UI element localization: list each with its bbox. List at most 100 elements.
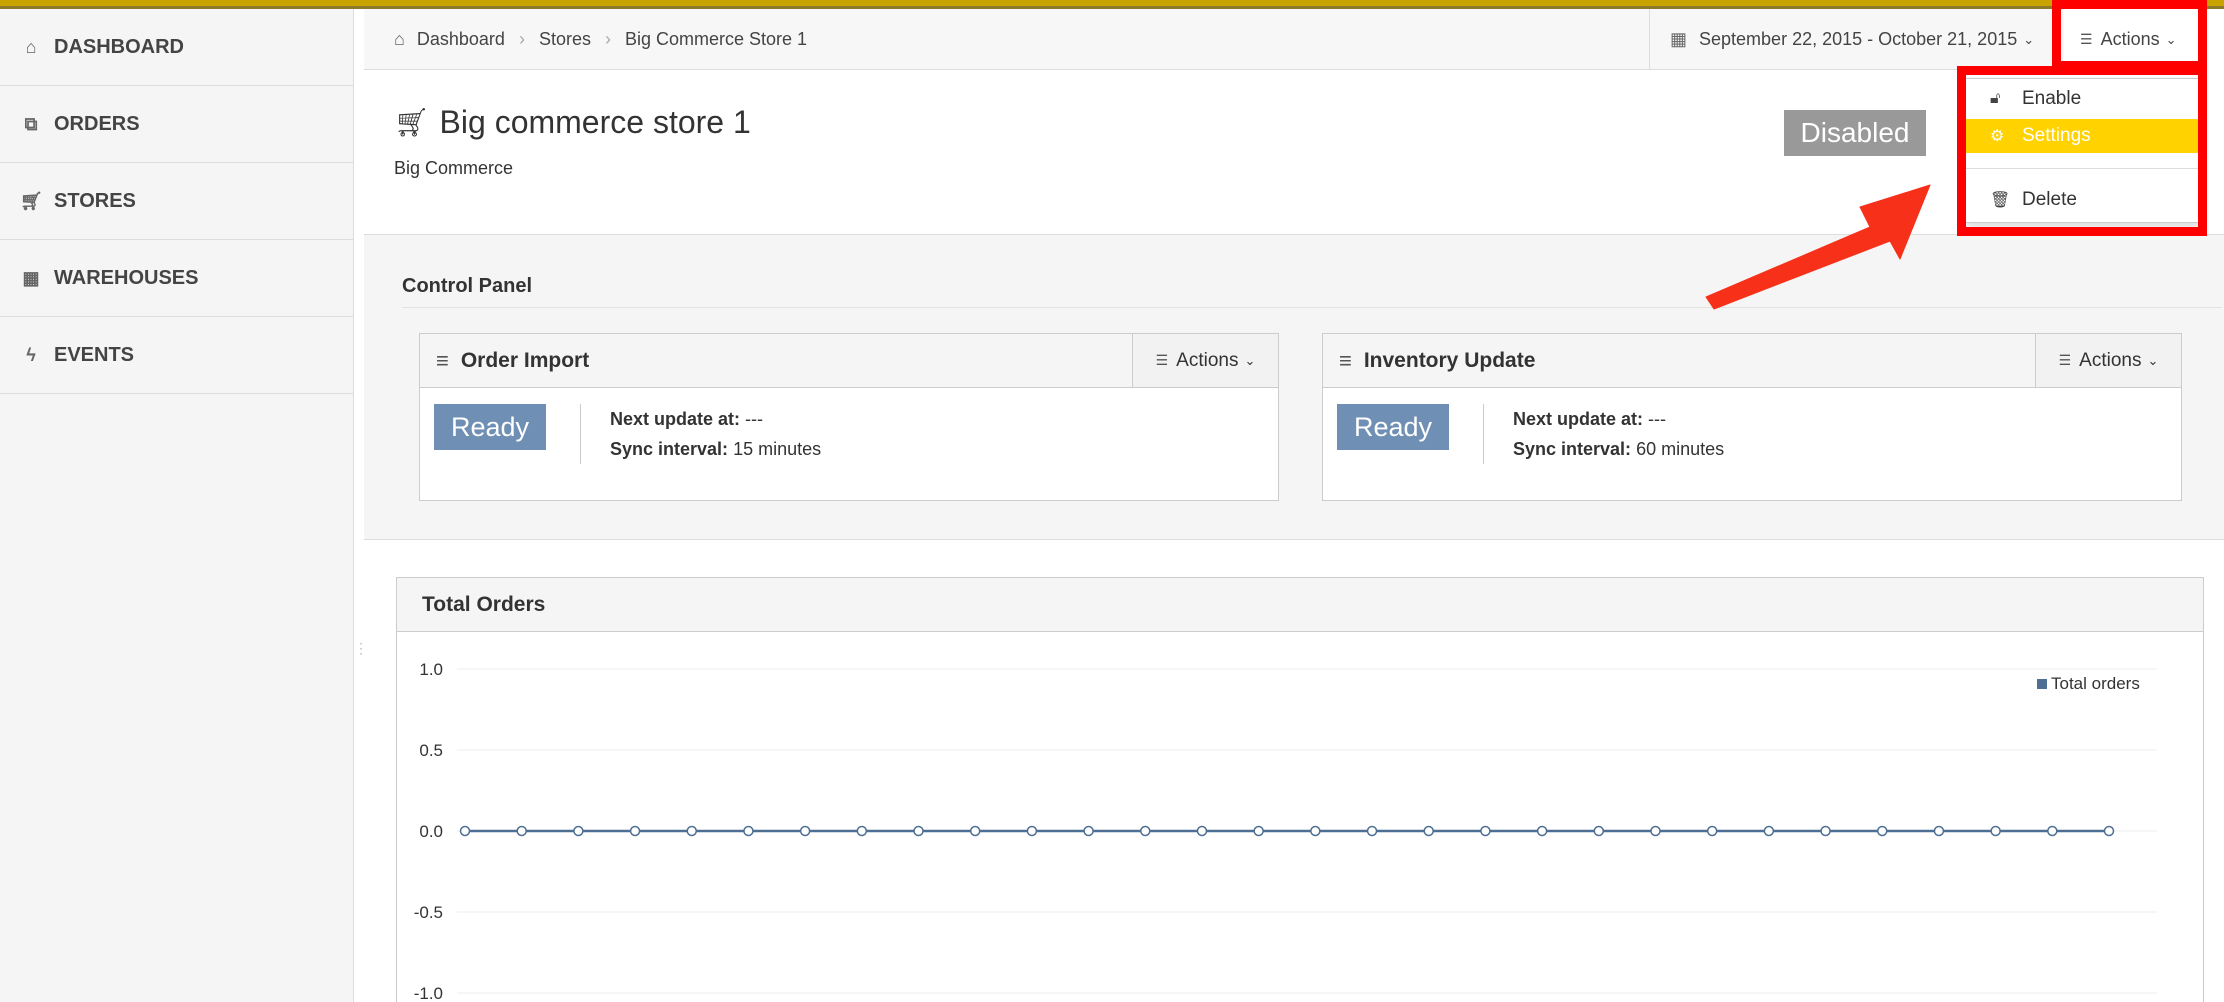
actions-dropdown-menu: 🔓︎ Enable ⚙ Settings 🗑︎ Delete <box>1965 78 2201 223</box>
list-icon: ☰ <box>1155 352 1169 368</box>
data-point[interactable] <box>1310 825 1321 837</box>
data-point[interactable] <box>1933 825 1945 837</box>
data-point[interactable] <box>1083 825 1094 837</box>
data-point[interactable] <box>2103 825 2115 837</box>
sidebar-item-label: STORES <box>54 189 136 212</box>
data-point[interactable] <box>1650 825 1661 837</box>
top-header: ⌂ Dashboard › Stores › Big Commerce Stor… <box>364 9 2224 70</box>
chevron-down-icon: ⌄ <box>2023 31 2035 47</box>
control-panel-title: Control Panel <box>402 275 533 297</box>
menu-item-label: Settings <box>2022 125 2091 146</box>
panel-header: ≡ Order Import ☰ Actions ⌄ <box>420 334 1278 388</box>
menu-icon: ≡ <box>1339 347 1352 373</box>
cogs-icon: ⚙ <box>1990 128 2005 145</box>
breadcrumb: ⌂ Dashboard › Stores › Big Commerce Stor… <box>394 9 807 70</box>
top-accent-bar <box>0 0 2224 9</box>
sidebar-resize-handle[interactable]: ⋮ <box>354 640 368 664</box>
panel-header: ≡ Inventory Update ☰ Actions ⌄ <box>1323 334 2181 388</box>
data-point[interactable] <box>686 825 698 837</box>
inventory-update-panel: ≡ Inventory Update ☰ Actions ⌄ Ready Nex… <box>1322 333 2182 501</box>
chart-title: Total Orders <box>397 578 2203 632</box>
sidebar-item-warehouses[interactable]: ▦ WAREHOUSES <box>0 240 353 317</box>
data-point[interactable] <box>1253 825 1264 837</box>
date-range-text: September 22, 2015 - October 21, 2015 <box>1699 29 2018 49</box>
data-point[interactable] <box>743 825 754 837</box>
data-point[interactable] <box>1423 825 1434 837</box>
panel-title: Order Import <box>460 348 590 372</box>
header-actions-button[interactable]: ☰ Actions ⌄ <box>2064 9 2224 70</box>
data-point[interactable] <box>913 825 924 837</box>
data-point[interactable] <box>1536 825 1548 837</box>
next-update-value: --- <box>1648 409 1667 429</box>
y-tick-label: 0.0 <box>419 822 443 841</box>
home-icon: ⌂ <box>394 29 405 49</box>
date-range-picker[interactable]: ▦ September 22, 2015 - October 21, 2015 … <box>1649 9 2058 70</box>
sync-info: Next update at: --- Sync interval: 15 mi… <box>610 404 821 464</box>
y-tick-label: 0.5 <box>419 741 443 760</box>
inventory-update-actions-button[interactable]: ☰ Actions ⌄ <box>2035 334 2181 387</box>
data-point[interactable] <box>516 825 527 837</box>
data-point[interactable] <box>629 825 641 837</box>
y-tick-label: -1.0 <box>414 984 443 1002</box>
menu-item-label: Delete <box>2022 189 2077 210</box>
sidebar-item-label: ORDERS <box>54 112 140 135</box>
menu-item-enable[interactable]: 🔓︎ Enable <box>1966 82 2200 116</box>
sync-interval-value: 60 minutes <box>1636 439 1725 459</box>
data-point[interactable] <box>459 825 471 837</box>
data-point[interactable] <box>1196 825 1208 837</box>
next-update-value: --- <box>745 409 764 429</box>
sync-info: Next update at: --- Sync interval: 60 mi… <box>1513 404 1724 464</box>
data-point[interactable] <box>799 825 811 837</box>
y-tick-label: -0.5 <box>414 903 443 922</box>
data-point[interactable] <box>1593 825 1605 837</box>
data-point[interactable] <box>1763 825 1775 837</box>
actions-label: Actions <box>1176 349 1239 371</box>
data-point[interactable] <box>1706 825 1718 837</box>
divider <box>1483 404 1484 464</box>
bolt-icon: ϟ <box>26 344 36 365</box>
data-point[interactable] <box>1820 825 1831 837</box>
sidebar-item-orders[interactable]: ⧉ ORDERS <box>0 86 353 163</box>
unlock-icon: 🔓︎ <box>1990 90 2001 107</box>
y-tick-label: 1.0 <box>419 660 443 679</box>
sidebar-item-label: EVENTS <box>54 343 135 366</box>
sidebar-item-stores[interactable]: 🛒︎ STORES <box>0 163 353 240</box>
actions-label: Actions <box>2079 349 2142 371</box>
list-icon: ☰ <box>2080 31 2093 47</box>
list-icon: ☰ <box>2058 352 2072 368</box>
calendar-icon: ▦ <box>1670 29 1688 49</box>
order-import-panel: ≡ Order Import ☰ Actions ⌄ Ready Next up… <box>419 333 1279 501</box>
trash-icon: 🗑︎ <box>1990 192 2011 209</box>
chevron-right-icon: › <box>604 29 611 49</box>
data-point[interactable] <box>1366 825 1378 837</box>
sidebar-item-dashboard[interactable]: ⌂ DASHBOARD <box>0 9 353 86</box>
data-point[interactable] <box>1876 825 1888 837</box>
menu-item-settings[interactable]: ⚙ Settings <box>1966 119 2200 153</box>
data-point[interactable] <box>1480 825 1491 837</box>
data-point[interactable] <box>2047 825 2058 837</box>
data-point[interactable] <box>1026 825 1038 837</box>
breadcrumb-dashboard[interactable]: Dashboard <box>417 29 505 50</box>
total-orders-chart: Total Orders 1.0 0.5 0.0 -0.5 -1.0 Total ord… <box>396 577 2204 1002</box>
sidebar: ⌂ DASHBOARD ⧉ ORDERS 🛒︎ STORES ▦ WAREHOU… <box>0 9 354 1002</box>
status-badge: Ready <box>434 404 546 450</box>
menu-item-delete[interactable]: 🗑︎ Delete <box>1966 183 2200 217</box>
breadcrumb-stores[interactable]: Stores <box>539 29 591 50</box>
data-point[interactable] <box>969 825 981 837</box>
divider <box>580 404 581 464</box>
chart-canvas: 1.0 0.5 0.0 -0.5 -1.0 <box>414 660 2157 1002</box>
breadcrumb-current: Big Commerce Store 1 <box>624 29 808 49</box>
page-title: 🛒︎ Big commerce store 1 <box>394 104 751 141</box>
legend-label: Total orders <box>2051 674 2140 693</box>
header-actions-label: Actions <box>2100 29 2160 49</box>
status-badge: Disabled <box>1784 110 1926 156</box>
data-point[interactable] <box>856 825 868 837</box>
building-icon: ▦ <box>22 267 40 288</box>
data-point[interactable] <box>1140 825 1151 837</box>
data-point[interactable] <box>573 825 584 837</box>
order-import-actions-button[interactable]: ☰ Actions ⌄ <box>1132 334 1278 387</box>
store-platform: Big Commerce <box>394 158 514 178</box>
legend-swatch <box>2037 679 2047 689</box>
sidebar-item-events[interactable]: ϟ EVENTS <box>0 317 353 394</box>
data-point[interactable] <box>1990 825 2001 837</box>
